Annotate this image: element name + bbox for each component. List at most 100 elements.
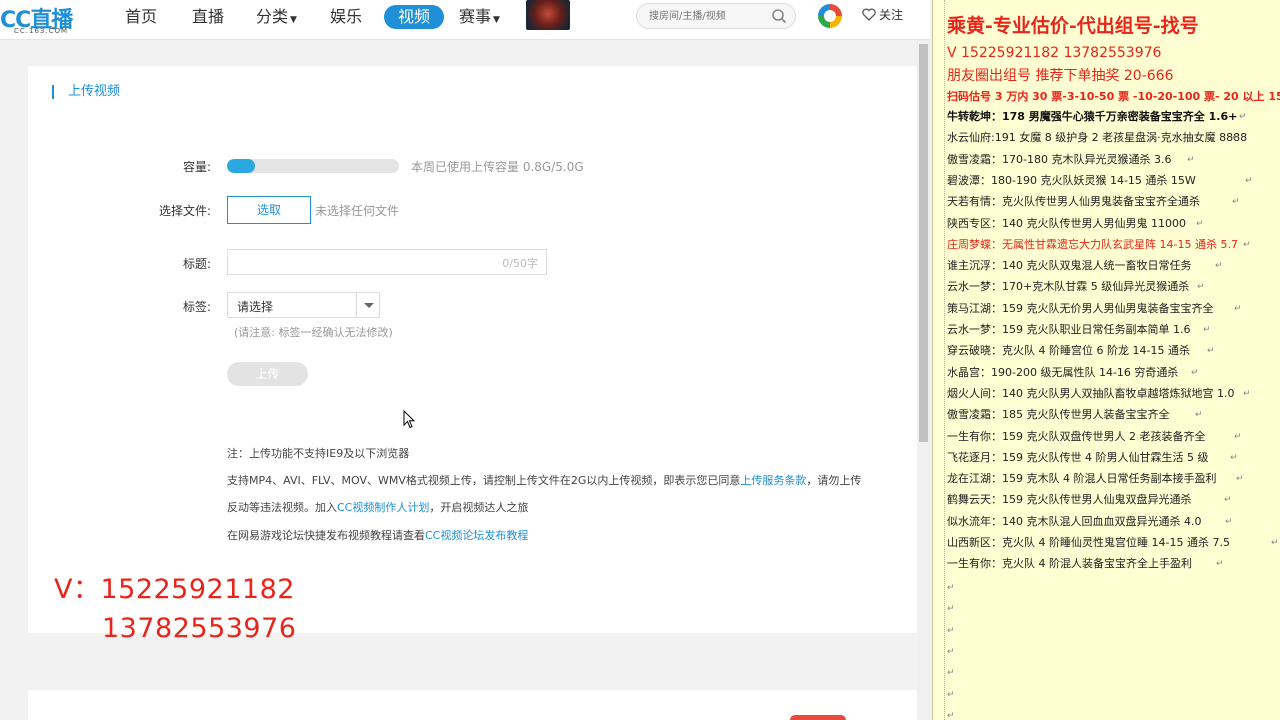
section-title: 上传视频 bbox=[52, 84, 120, 100]
return-mark-icon: ↵ bbox=[947, 689, 955, 700]
select-file-button[interactable]: 选取 bbox=[227, 196, 311, 224]
note-format-support: 支持MP4、AVI、FLV、MOV、WMV格式视频上传，请控制上传文件在2G以内… bbox=[227, 472, 861, 488]
return-mark-icon: ↵ bbox=[1195, 410, 1203, 421]
note-browser-support: 注：上传功能不支持IE9及以下浏览器 bbox=[227, 447, 410, 460]
return-mark-icon: ↵ bbox=[1224, 495, 1232, 506]
capacity-text: 本周已使用上传容量 0.8G/5.0G bbox=[411, 160, 584, 174]
page-scrollbar[interactable] bbox=[917, 40, 930, 720]
file-label: 选择文件: bbox=[158, 204, 211, 218]
title-label: 标题: bbox=[182, 257, 211, 271]
search-box bbox=[636, 3, 796, 29]
return-mark-icon: ↵ bbox=[1271, 538, 1279, 548]
dropdown-arrow-icon[interactable] bbox=[364, 303, 374, 308]
note-format-tail: ，请勿上传 bbox=[806, 474, 862, 487]
nav-home[interactable]: 首页 bbox=[125, 5, 157, 29]
return-mark-icon: ↵ bbox=[1203, 325, 1211, 335]
upload-video-card: 上传视频 容量: 本周已使用上传容量 0.8G/5.0G 选择文件: 选取 未选… bbox=[28, 66, 918, 633]
return-mark-icon: ↵ bbox=[1196, 218, 1204, 229]
streamer-avatar-thumbnail[interactable] bbox=[526, 0, 570, 30]
download-client-icon[interactable] bbox=[818, 4, 842, 28]
mouse-cursor-icon bbox=[403, 410, 415, 429]
search-input[interactable] bbox=[637, 4, 757, 29]
listing-line: 鹤舞云天：159 克火队传世男人仙鬼双盘异光通杀 bbox=[947, 493, 1192, 507]
nav-entertainment[interactable]: 娱乐 bbox=[330, 5, 362, 29]
listing-line: 策马江湖：159 克火队无价男人男仙男鬼装备宝宝齐全 bbox=[947, 301, 1214, 315]
return-mark-icon: ↵ bbox=[1243, 388, 1251, 399]
return-mark-icon: ↵ bbox=[1234, 303, 1242, 314]
upload-terms-link[interactable]: 上传服务条款 bbox=[740, 474, 806, 487]
watermark-contact-line1: V：15225921182 bbox=[54, 574, 295, 605]
chevron-down-icon: ▼ bbox=[493, 15, 500, 25]
nav-video[interactable]: 视频 bbox=[384, 5, 445, 29]
listing-line: 一生有你：克火队 4 阶混人装备宝宝齐全上手盈利 bbox=[947, 557, 1192, 571]
heart-icon bbox=[862, 8, 876, 21]
return-mark-icon: ↵ bbox=[947, 646, 955, 657]
capacity-progress-fill bbox=[227, 159, 255, 173]
listing-line: 傲雪凌霜：185 克火队传世男人装备宝宝齐全 bbox=[947, 408, 1170, 422]
logo-domain: CC.163.COM bbox=[14, 27, 69, 35]
panel-promo-line: 朋友圈出组号 推荐下单抽奖 20-666 bbox=[947, 68, 1174, 84]
nav-events-label: 赛事 bbox=[459, 7, 492, 26]
lower-card bbox=[28, 690, 918, 720]
return-mark-icon: ↵ bbox=[947, 604, 955, 615]
note-format-text: 支持MP4、AVI、FLV、MOV、WMV格式视频上传，请控制上传文件在2G以内… bbox=[227, 474, 741, 487]
return-mark-icon: ↵ bbox=[1234, 431, 1242, 442]
listing-line: 水晶宫：190-200 级无属性队 14-16 穷奇通杀 bbox=[947, 365, 1179, 379]
tag-select[interactable]: 请选择 bbox=[227, 292, 380, 318]
follow-label: 关注 bbox=[879, 8, 904, 22]
follow-button[interactable]: 关注 bbox=[862, 6, 903, 24]
listing-line: 飞花逐月：159 克火队传世 4 阶男人仙甘霖生活 5 级 bbox=[947, 450, 1209, 464]
no-file-text: 未选择任何文件 bbox=[315, 204, 400, 218]
upload-button[interactable]: 上传 bbox=[227, 362, 308, 386]
tag-hint: (请注意: 标签一经确认无法修改) bbox=[234, 326, 393, 339]
return-mark-icon: ↵ bbox=[1197, 282, 1205, 293]
return-mark-icon: ↵ bbox=[1215, 261, 1223, 272]
return-mark-icon: ↵ bbox=[1207, 346, 1215, 357]
listing-line: 牛转乾坤：178 男魔强牛心猿千万亲密装备宝宝齐全 1.6+ bbox=[947, 110, 1238, 123]
return-mark-icon: ↵ bbox=[1245, 175, 1253, 186]
listing-line: 云水一梦：159 克火队职业日常任务副本简单 1.6 bbox=[947, 323, 1191, 336]
listing-line: 庄周梦蝶：无属性甘霖遗忘大力队玄武星阵 14-15 通杀 5.7 bbox=[947, 237, 1238, 251]
nav-live[interactable]: 直播 bbox=[192, 5, 224, 29]
cc-live-logo[interactable]: CC直播 CC.163.COM bbox=[0, 2, 92, 36]
title-input[interactable]: 0/50字 bbox=[227, 249, 547, 275]
listing-line: 陕西专区：140 克火队传世男人男仙男鬼 11000 bbox=[947, 216, 1186, 230]
search-icon[interactable] bbox=[771, 8, 787, 24]
listing-line: 傲雪凌霜：170-180 克木队异光灵猴通杀 3.6 bbox=[947, 152, 1172, 166]
nav-category[interactable]: 分类 ▼ bbox=[256, 5, 297, 29]
creator-plan-link[interactable]: CC视频制作人计划 bbox=[337, 501, 429, 514]
note-creator-tail: ，开启视频达人之旅 bbox=[429, 501, 529, 514]
note-forum-tutorial: 在网易游戏论坛快捷发布视频教程请查看CC视频论坛发布教程 bbox=[227, 527, 528, 543]
tag-select-value: 请选择 bbox=[237, 300, 274, 314]
nav-category-label: 分类 bbox=[256, 7, 289, 26]
listing-line: 天若有情：克火队传世男人仙男鬼装备宝宝齐全通杀 bbox=[947, 195, 1200, 209]
ad-text-panel: 乘黄-专业估价-代出组号-找号 V 15225921182 1378255397… bbox=[932, 0, 1280, 720]
listing-line: 云水一梦：170+克木队甘霖 5 级仙异光灵猴通杀 bbox=[947, 280, 1190, 294]
return-mark-icon: ↵ bbox=[1187, 154, 1195, 165]
capacity-progress-bar bbox=[227, 159, 399, 173]
return-mark-icon: ↵ bbox=[1236, 474, 1244, 485]
return-mark-icon: ↵ bbox=[1239, 112, 1247, 122]
return-mark-icon: ↵ bbox=[1230, 452, 1238, 463]
listing-line: 谁主沉浮：140 克火队双鬼混人统一畜牧日常任务 bbox=[947, 259, 1192, 273]
listing-line: 一生有你：159 克火队双盘传世男人 2 老孩装备齐全 bbox=[947, 429, 1206, 443]
red-badge bbox=[790, 715, 846, 720]
listing-line: 似水流年：140 克木队混人回血血双盘异光通杀 4.0 bbox=[947, 514, 1202, 528]
tag-select-divider bbox=[356, 293, 357, 317]
return-mark-icon: ↵ bbox=[1225, 516, 1233, 527]
note-forum-text: 在网易游戏论坛快捷发布视频教程请查看 bbox=[227, 529, 425, 542]
return-mark-icon: ↵ bbox=[947, 710, 955, 720]
panel-pricing-line: 扫码估号 3 万内 30 票-3-10-50 票 -10-20-100 票- 2… bbox=[947, 90, 1280, 103]
panel-margin-guide bbox=[933, 0, 945, 720]
return-mark-icon: ↵ bbox=[1243, 239, 1251, 250]
note-creator-plan: 反动等违法视频。加入CC视频制作人计划，开启视频达人之旅 bbox=[227, 499, 528, 515]
watermark-contact-line2: 13782553976 bbox=[102, 613, 297, 644]
forum-tutorial-link[interactable]: CC视频论坛发布教程 bbox=[425, 529, 528, 542]
title-char-counter: 0/50字 bbox=[502, 257, 538, 270]
return-mark-icon: ↵ bbox=[1232, 197, 1240, 208]
scrollbar-thumb[interactable] bbox=[919, 44, 928, 442]
panel-header: 乘黄-专业估价-代出组号-找号 bbox=[947, 15, 1199, 37]
nav-events[interactable]: 赛事 ▼ bbox=[459, 5, 500, 29]
return-mark-icon: ↵ bbox=[947, 668, 955, 679]
listing-line: 穿云破晓：克火队 4 阶睡宫位 6 阶龙 14-15 通杀 bbox=[947, 344, 1190, 358]
